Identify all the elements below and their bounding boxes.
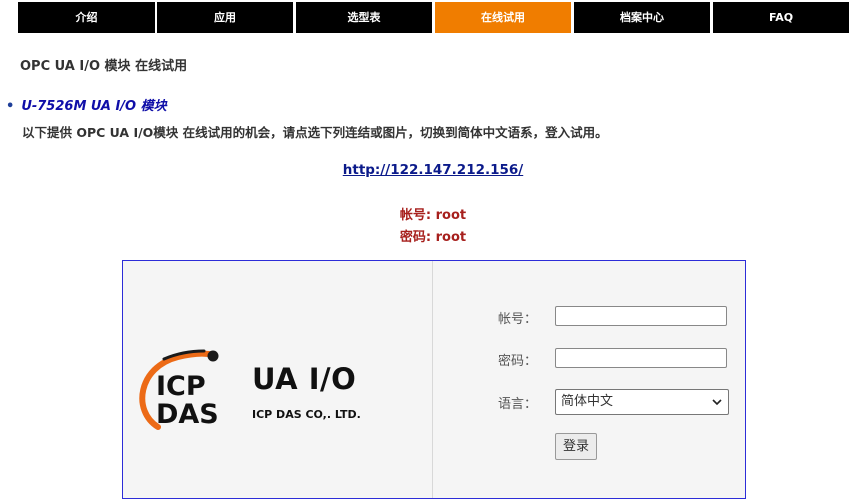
demo-url-link[interactable]: http://122.147.212.156/ [0,162,850,178]
login-button[interactable]: 登录 [555,433,597,460]
divider [432,261,433,498]
chevron-down-icon [712,399,722,406]
username-label: 帐号： [497,312,537,327]
logo-graphic-icon: ICP DAS [139,349,219,430]
product-name: UA I/O [252,362,357,396]
tab-selection-guide[interactable]: 选型表 [296,2,432,33]
svg-text:DAS: DAS [156,399,219,430]
language-label: 语言： [497,397,537,412]
tab-intro[interactable]: 介绍 [18,2,155,33]
bullet-icon: • [6,99,15,114]
icp-das-logo: ICP DAS UA I/O ICP DAS CO,. LTD. [134,345,374,435]
username-info: 帐号: root [399,208,467,223]
svg-text:ICP: ICP [156,371,206,402]
username-field[interactable] [555,306,727,326]
login-screenshot-link[interactable]: ICP DAS UA I/O ICP DAS CO,. LTD. 帐号： 密码：… [122,260,746,499]
product-list-item: • U-7526M UA I/O 模块 [6,95,167,114]
company-name: ICP DAS CO,. LTD. [252,408,361,421]
tab-applications[interactable]: 应用 [157,2,293,33]
language-selected-value: 简体中文 [561,394,614,409]
language-select[interactable]: 简体中文 [555,389,729,415]
password-info: 密码: root [399,230,467,245]
page-title: OPC UA I/O 模块 在线试用 [20,59,188,74]
tab-faq[interactable]: FAQ [713,2,849,33]
tab-online-trial[interactable]: 在线试用 [435,2,571,33]
password-field[interactable] [555,348,727,368]
product-link[interactable]: U-7526M UA I/O 模块 [21,99,166,114]
trial-description: 以下提供 OPC UA I/O模块 在线试用的机会，请点选下列连结或图片，切换到… [22,125,608,140]
tab-download-center[interactable]: 档案中心 [574,2,710,33]
top-nav: 介绍 应用 选型表 在线试用 档案中心 FAQ [18,2,850,33]
password-label: 密码： [497,354,537,369]
